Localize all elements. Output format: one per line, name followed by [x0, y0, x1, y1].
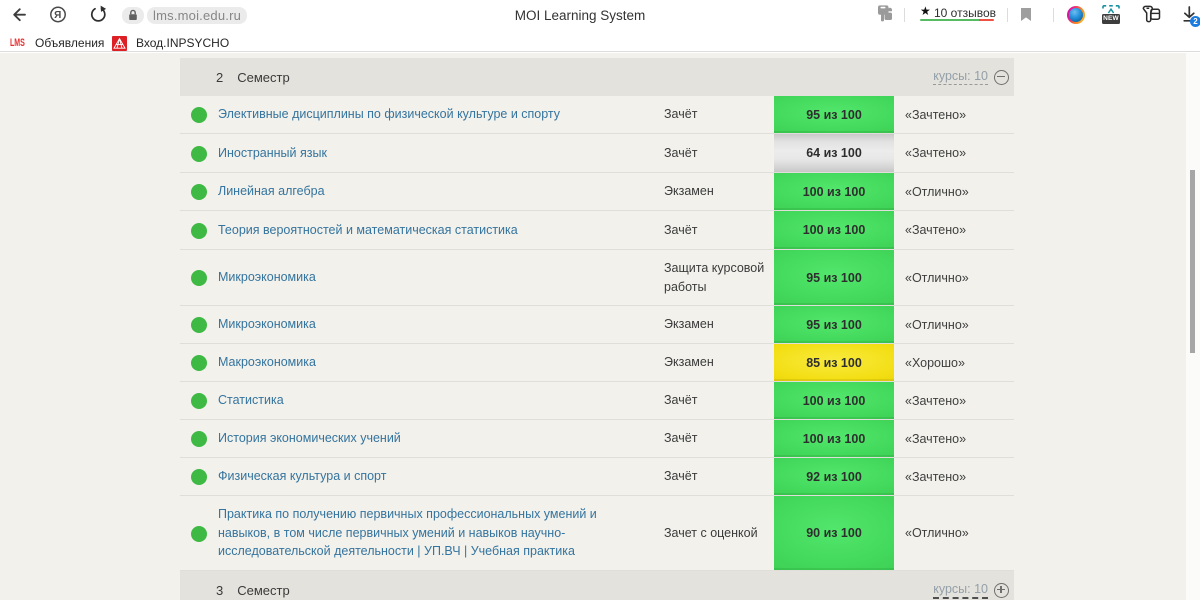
svg-text:Я: Я [54, 10, 61, 21]
